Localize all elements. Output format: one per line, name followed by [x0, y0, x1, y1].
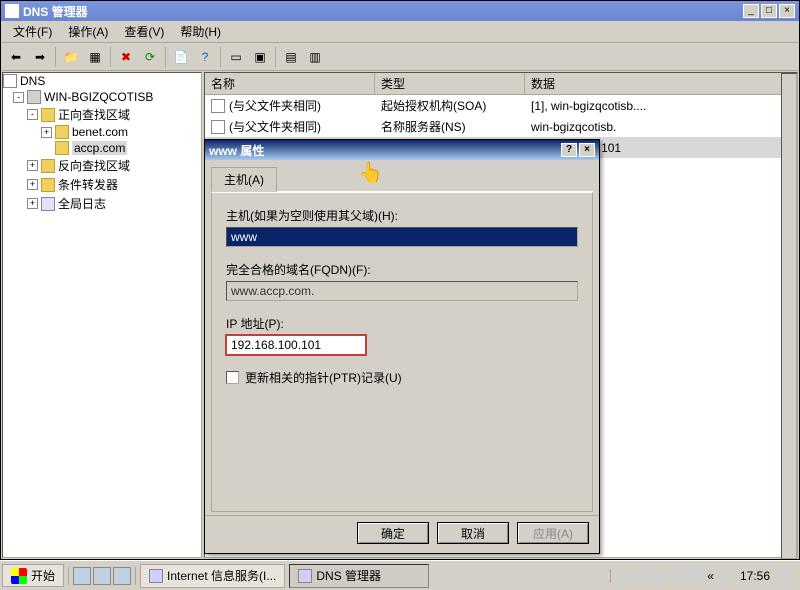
- tree-cond-fwd[interactable]: +条件转发器: [3, 175, 201, 194]
- system-tray: « 17:56: [610, 569, 798, 583]
- server-icon: [27, 90, 41, 104]
- show-desktop-icon[interactable]: [778, 569, 792, 583]
- menu-file[interactable]: 文件(F): [5, 21, 60, 42]
- properties-dialog: www 属性 ? × 主机(A) 主机(如果为空则使用其父域)(H): 完全合格…: [204, 139, 600, 554]
- vertical-scrollbar[interactable]: [781, 73, 797, 559]
- expand-icon[interactable]: +: [27, 160, 38, 171]
- ql-icon-3[interactable]: [113, 567, 131, 585]
- tray-icon[interactable]: [617, 569, 631, 583]
- fqdn-input: [226, 281, 578, 301]
- host-label: 主机(如果为空则使用其父域)(H):: [226, 207, 578, 224]
- folder-icon: [41, 178, 55, 192]
- action3-button[interactable]: ▤: [280, 46, 302, 68]
- up-button[interactable]: 📁: [60, 46, 82, 68]
- expand-icon[interactable]: -: [13, 92, 24, 103]
- folder-icon: [41, 108, 55, 122]
- properties-button[interactable]: 📄: [170, 46, 192, 68]
- clock[interactable]: 17:56: [736, 569, 774, 583]
- tree-root[interactable]: DNS: [3, 73, 201, 89]
- expand-icon[interactable]: +: [41, 127, 52, 138]
- task-dns[interactable]: DNS 管理器: [289, 564, 429, 588]
- app-icon: [5, 4, 19, 18]
- tree-zone-accp[interactable]: accp.com: [3, 140, 201, 156]
- expand-icon[interactable]: +: [27, 198, 38, 209]
- list-row[interactable]: (与父文件夹相同) 名称服务器(NS) win-bgizqcotisb.: [205, 116, 797, 137]
- list-row[interactable]: (与父文件夹相同) 起始授权机构(SOA) [1], win-bgizqcoti…: [205, 95, 797, 116]
- ql-icon-1[interactable]: [73, 567, 91, 585]
- titlebar[interactable]: DNS 管理器 _ □ ×: [1, 1, 799, 21]
- delete-button[interactable]: ✖: [115, 46, 137, 68]
- maximize-button[interactable]: □: [761, 4, 777, 18]
- back-button[interactable]: ⬅: [5, 46, 27, 68]
- tree-panel[interactable]: DNS -WIN-BGIZQCOTISB -正向查找区域 +benet.com …: [2, 72, 202, 558]
- tree-fwd-zone[interactable]: -正向查找区域: [3, 105, 201, 124]
- tray-icon[interactable]: [689, 569, 703, 583]
- refresh-button[interactable]: ⟳: [139, 46, 161, 68]
- col-type[interactable]: 类型: [375, 73, 525, 94]
- tray-icon[interactable]: [635, 569, 649, 583]
- ok-button[interactable]: 确定: [357, 522, 429, 544]
- quick-launch: [68, 567, 136, 585]
- tray-icon[interactable]: [718, 569, 732, 583]
- tab-host-a[interactable]: 主机(A): [211, 167, 277, 192]
- cancel-button[interactable]: 取消: [437, 522, 509, 544]
- close-button[interactable]: ×: [779, 4, 795, 18]
- dialog-title: www 属性: [209, 142, 561, 159]
- taskbar: 开始 Internet 信息服务(I... DNS 管理器 « 17:56: [0, 560, 800, 590]
- tray-icon[interactable]: [653, 569, 667, 583]
- tab-page: 主机(如果为空则使用其父域)(H): 完全合格的域名(FQDN)(F): IP …: [211, 192, 593, 512]
- action4-button[interactable]: ▥: [304, 46, 326, 68]
- record-icon: [211, 120, 225, 134]
- windows-icon: [11, 568, 27, 584]
- help-button[interactable]: ?: [194, 46, 216, 68]
- host-input[interactable]: [226, 227, 578, 247]
- ql-icon-2[interactable]: [93, 567, 111, 585]
- ip-input[interactable]: [226, 335, 366, 355]
- expand-icon[interactable]: +: [27, 179, 38, 190]
- action1-button[interactable]: ▭: [225, 46, 247, 68]
- menu-help[interactable]: 帮助(H): [172, 21, 229, 42]
- menu-view[interactable]: 查看(V): [116, 21, 172, 42]
- forward-button[interactable]: ➡: [29, 46, 51, 68]
- tab-strip: 主机(A): [211, 166, 593, 192]
- window-title: DNS 管理器: [23, 3, 743, 20]
- dialog-close-button[interactable]: ×: [579, 143, 595, 157]
- col-name[interactable]: 名称: [205, 73, 375, 94]
- minimize-button[interactable]: _: [743, 4, 759, 18]
- ptr-checkbox[interactable]: [226, 371, 239, 384]
- ptr-label: 更新相关的指针(PTR)记录(U): [245, 369, 402, 386]
- toolbar: ⬅ ➡ 📁 ▦ ✖ ⟳ 📄 ? ▭ ▣ ▤ ▥: [1, 43, 799, 71]
- start-button[interactable]: 开始: [2, 564, 64, 587]
- apply-button[interactable]: 应用(A): [517, 522, 589, 544]
- col-data[interactable]: 数据: [525, 73, 797, 94]
- tree-global-log[interactable]: +全局日志: [3, 194, 201, 213]
- menu-action[interactable]: 操作(A): [60, 21, 116, 42]
- log-icon: [41, 197, 55, 211]
- ip-label: IP 地址(P):: [226, 315, 578, 332]
- record-icon: [211, 99, 225, 113]
- list-header: 名称 类型 数据: [205, 73, 797, 95]
- menubar: 文件(F) 操作(A) 查看(V) 帮助(H): [1, 21, 799, 43]
- task-iis[interactable]: Internet 信息服务(I...: [140, 564, 285, 588]
- dialog-buttons: 确定 取消 应用(A): [205, 515, 599, 550]
- expand-icon[interactable]: -: [27, 109, 38, 120]
- tray-icon[interactable]: [671, 569, 685, 583]
- show-hide-tree-button[interactable]: ▦: [84, 46, 106, 68]
- dns-icon: [3, 74, 17, 88]
- tree-server[interactable]: -WIN-BGIZQCOTISB: [3, 89, 201, 105]
- zone-icon: [55, 141, 69, 155]
- iis-icon: [149, 569, 163, 583]
- dialog-help-button[interactable]: ?: [561, 143, 577, 157]
- zone-icon: [55, 125, 69, 139]
- folder-icon: [41, 159, 55, 173]
- dialog-titlebar[interactable]: www 属性 ? ×: [205, 140, 599, 160]
- action2-button[interactable]: ▣: [249, 46, 271, 68]
- tree-zone-benet[interactable]: +benet.com: [3, 124, 201, 140]
- dns-task-icon: [298, 569, 312, 583]
- tree-rev-zone[interactable]: +反向查找区域: [3, 156, 201, 175]
- fqdn-label: 完全合格的域名(FQDN)(F):: [226, 261, 578, 278]
